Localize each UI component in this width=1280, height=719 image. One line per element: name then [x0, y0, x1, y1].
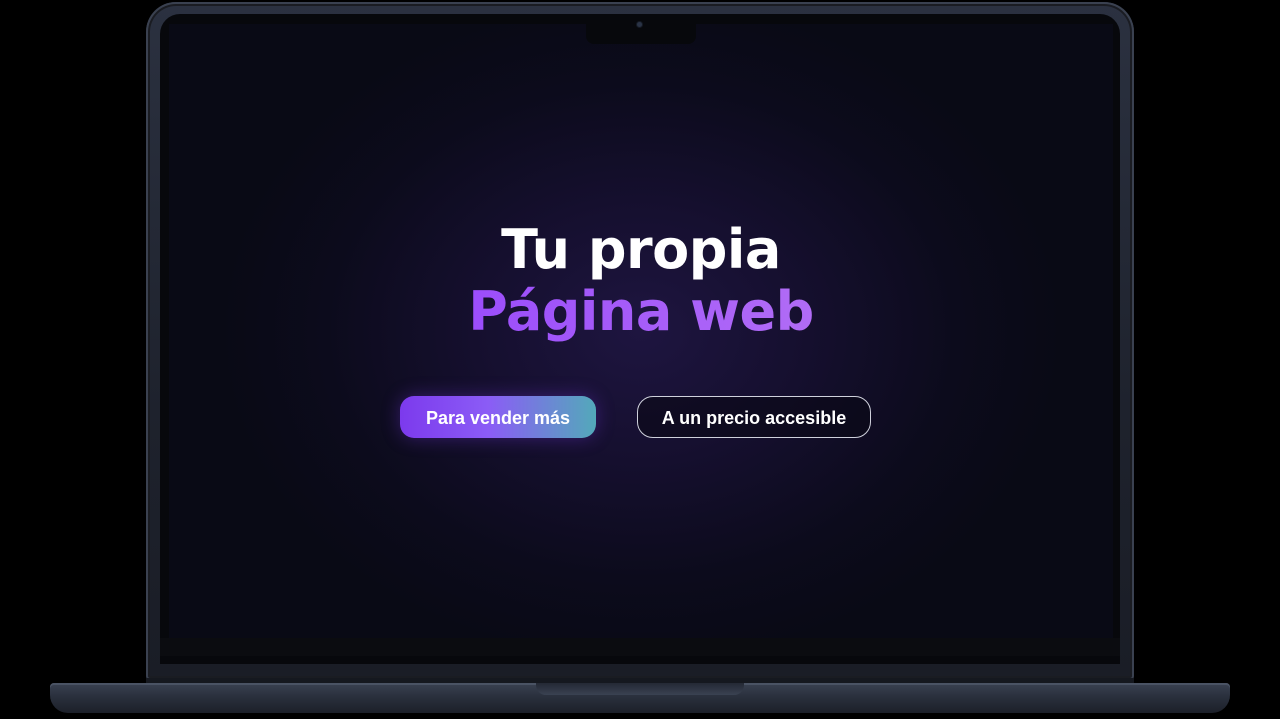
- laptop-mockup: Tu propia Página web Para vender más A u…: [0, 0, 1280, 719]
- affordable-price-button[interactable]: A un precio accesible: [637, 396, 871, 438]
- camera-icon: [637, 22, 642, 27]
- sell-more-button[interactable]: Para vender más: [400, 396, 596, 438]
- laptop-screen: Tu propia Página web Para vender más A u…: [169, 24, 1113, 638]
- screen-chin: [160, 638, 1120, 656]
- hero-title-line1: Tu propia: [501, 218, 781, 281]
- hero-title-highlight: Página web: [468, 280, 814, 343]
- hero-title-line2: Página web: [169, 282, 1113, 342]
- laptop-base-notch: [536, 683, 744, 695]
- camera-notch: [586, 24, 696, 44]
